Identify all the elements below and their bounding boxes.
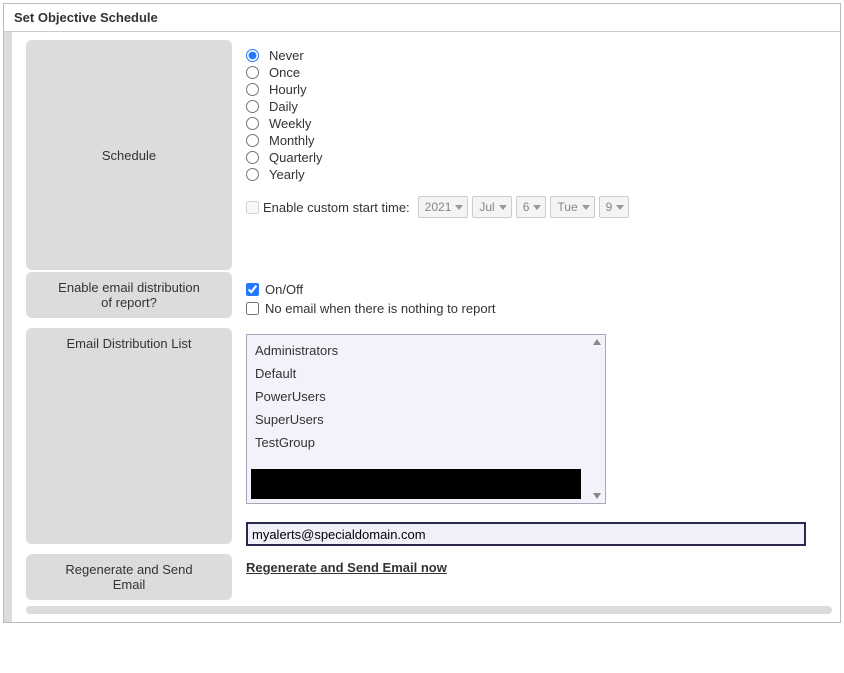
listbox-inner: Administrators Default PowerUsers SuperU… — [247, 335, 605, 458]
schedule-radio-hourly[interactable] — [246, 83, 259, 96]
list-item[interactable]: SuperUsers — [253, 408, 599, 431]
schedule-option-monthly[interactable]: Monthly — [246, 133, 822, 148]
distribution-list-field: Administrators Default PowerUsers SuperU… — [232, 328, 832, 552]
bottom-bar — [26, 606, 832, 614]
chevron-down-icon — [533, 205, 541, 210]
schedule-radio-daily[interactable] — [246, 100, 259, 113]
dow-select[interactable]: Tue — [550, 196, 594, 218]
onoff-checkbox[interactable] — [246, 283, 259, 296]
regenerate-link[interactable]: Regenerate and Send Email now — [246, 560, 447, 575]
chevron-down-icon — [582, 205, 590, 210]
month-select[interactable]: Jul — [472, 196, 511, 218]
listbox-scrollbar[interactable] — [589, 335, 605, 503]
scroll-up-icon — [593, 339, 601, 345]
chevron-down-icon — [499, 205, 507, 210]
schedule-option-never[interactable]: Never — [246, 48, 822, 63]
regenerate-row: Regenerate and Send Email Regenerate and… — [26, 554, 832, 600]
enable-email-field: On/Off No email when there is nothing to… — [232, 272, 832, 326]
schedule-radio-yearly[interactable] — [246, 168, 259, 181]
schedule-option-once[interactable]: Once — [246, 65, 822, 80]
schedule-field: Never Once Hourly Daily Weekly — [232, 40, 832, 224]
schedule-option-quarterly[interactable]: Quarterly — [246, 150, 822, 165]
distribution-list-label: Email Distribution List — [26, 328, 232, 544]
schedule-option-hourly[interactable]: Hourly — [246, 82, 822, 97]
list-item[interactable]: PowerUsers — [253, 385, 599, 408]
custom-start-checkbox[interactable] — [246, 201, 259, 214]
schedule-label: Schedule — [26, 40, 232, 270]
schedule-radio-quarterly[interactable] — [246, 151, 259, 164]
email-input[interactable] — [246, 522, 806, 546]
custom-start-label: Enable custom start time: — [263, 200, 410, 215]
schedule-radio-weekly[interactable] — [246, 117, 259, 130]
year-select[interactable]: 2021 — [418, 196, 469, 218]
schedule-radio-never[interactable] — [246, 49, 259, 62]
panel-title: Set Objective Schedule — [4, 4, 840, 32]
hour-select[interactable]: 9 — [599, 196, 630, 218]
list-item[interactable]: Administrators — [253, 339, 599, 362]
objective-schedule-panel: Set Objective Schedule Schedule Never On… — [3, 3, 841, 623]
noempty-checkbox[interactable] — [246, 302, 259, 315]
schedule-row: Schedule Never Once Hourly Daily — [26, 40, 832, 270]
schedule-option-weekly[interactable]: Weekly — [246, 116, 822, 131]
day-select[interactable]: 6 — [516, 196, 547, 218]
distribution-list-row: Email Distribution List Administrators D… — [26, 328, 832, 552]
enable-email-label: Enable email distribution of report? — [26, 272, 232, 318]
schedule-radio-monthly[interactable] — [246, 134, 259, 147]
list-item[interactable]: TestGroup — [253, 431, 599, 454]
distribution-listbox[interactable]: Administrators Default PowerUsers SuperU… — [246, 334, 606, 504]
scroll-down-icon — [593, 493, 601, 499]
chevron-down-icon — [455, 205, 463, 210]
schedule-radio-once[interactable] — [246, 66, 259, 79]
schedule-option-yearly[interactable]: Yearly — [246, 167, 822, 182]
enable-email-row: Enable email distribution of report? On/… — [26, 272, 832, 326]
custom-start-time-row: Enable custom start time: 2021 Jul 6 Tue… — [246, 196, 822, 218]
redacted-block — [251, 469, 581, 499]
list-item[interactable]: Default — [253, 362, 599, 385]
panel-content: Schedule Never Once Hourly Daily — [4, 32, 840, 622]
chevron-down-icon — [616, 205, 624, 210]
regenerate-label: Regenerate and Send Email — [26, 554, 232, 600]
onoff-checkbox-line[interactable]: On/Off — [246, 282, 822, 297]
noempty-checkbox-line[interactable]: No email when there is nothing to report — [246, 301, 822, 316]
regenerate-field: Regenerate and Send Email now — [232, 554, 832, 581]
schedule-option-daily[interactable]: Daily — [246, 99, 822, 114]
